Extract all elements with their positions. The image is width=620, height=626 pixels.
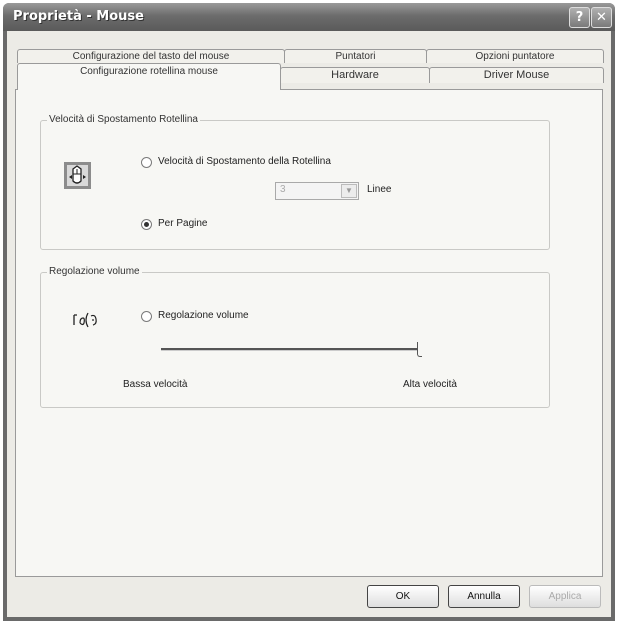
volume-legend: Regolazione volume [47, 266, 142, 277]
volume-slider-thumb[interactable] [417, 342, 422, 357]
window-title: Proprietà - Mouse [13, 9, 144, 24]
wheel-speed-legend: Velocità di Spostamento Rotellina [47, 114, 200, 125]
speed-option-label: Velocità di Spostamento della Rotellina [158, 156, 331, 167]
pages-option-label: Per Pagine [158, 218, 208, 229]
tab-hardware[interactable]: Hardware [280, 67, 430, 83]
volume-radio[interactable] [141, 311, 152, 322]
dialog-client: Configurazione del tasto del mouse Punta… [7, 31, 611, 617]
mouse-wheel-icon [64, 162, 91, 189]
volume-group: Regolazione volume Regolazione volume Ba… [40, 266, 550, 408]
close-button[interactable]: ✕ [591, 7, 612, 28]
tab-mouse-driver[interactable]: Driver Mouse [429, 67, 604, 83]
speed-radio[interactable] [141, 157, 152, 168]
tab-button-config[interactable]: Configurazione del tasto del mouse [17, 49, 285, 63]
help-button[interactable]: ? [569, 7, 590, 28]
tab-pointer-options[interactable]: Opzioni puntatore [426, 49, 604, 63]
low-speed-label: Bassa velocità [123, 379, 188, 390]
lines-select[interactable]: 3 ▼ [275, 182, 359, 200]
close-icon: ✕ [596, 10, 607, 25]
volume-option-label: Regolazione volume [158, 310, 249, 321]
lines-value: 3 [280, 184, 286, 195]
volume-slider-track[interactable] [161, 348, 417, 351]
apply-button[interactable]: Applica [529, 585, 601, 608]
tab-pointers[interactable]: Puntatori [284, 49, 427, 63]
lines-unit-label: Linee [367, 184, 392, 195]
pages-radio[interactable] [141, 219, 152, 230]
tab-panel: Velocità di Spostamento Rotellina Veloci… [15, 89, 603, 577]
ok-button[interactable]: OK [367, 585, 439, 608]
wheel-speed-group: Velocità di Spostamento Rotellina Veloci… [40, 114, 550, 250]
chevron-down-icon: ▼ [341, 184, 357, 198]
help-icon: ? [575, 10, 584, 25]
properties-window: Proprietà - Mouse ? ✕ Configurazione del… [3, 3, 615, 621]
volume-adjust-icon [71, 307, 101, 333]
high-speed-label: Alta velocità [403, 379, 457, 390]
tab-wheel-config[interactable]: Configurazione rotellina mouse [17, 63, 281, 90]
cancel-button[interactable]: Annulla [448, 585, 520, 608]
title-bar[interactable]: Proprietà - Mouse ? ✕ [3, 3, 615, 31]
